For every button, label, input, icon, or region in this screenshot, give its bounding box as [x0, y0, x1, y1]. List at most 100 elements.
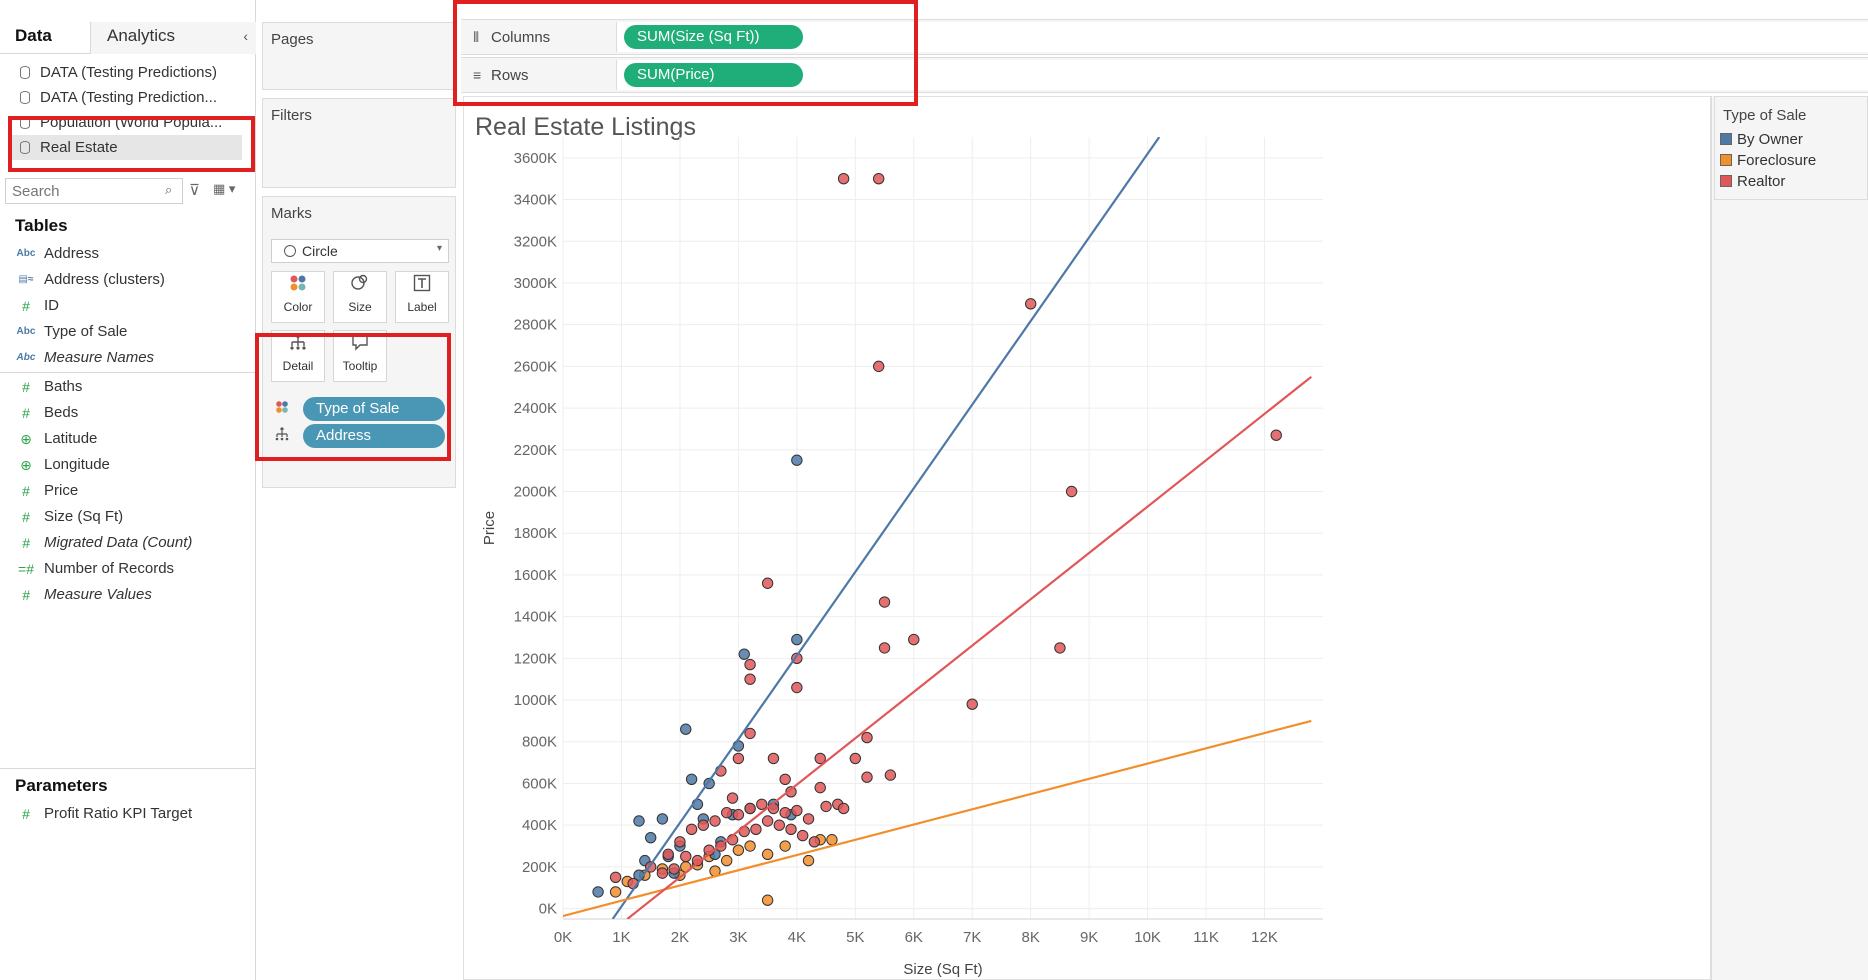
field-baths[interactable]: # Baths — [0, 374, 256, 400]
x-axis-title: Size (Sq Ft) — [903, 961, 982, 978]
tooltip-button[interactable]: Tooltip — [333, 330, 387, 382]
tab-analytics[interactable]: Analytics — [107, 26, 175, 46]
x-tick-label: 12K — [1251, 929, 1278, 946]
database-check-icon — [20, 141, 30, 154]
data-point-foreclosure — [779, 840, 791, 852]
data-point-realtor — [878, 642, 891, 654]
data-point-by-owner — [633, 815, 645, 827]
data-point-realtor — [837, 173, 850, 185]
marks-pill-address[interactable]: Address — [303, 424, 445, 448]
data-point-realtor — [656, 867, 669, 879]
size-button[interactable]: Size — [333, 271, 387, 323]
columns-drop-zone[interactable] — [616, 22, 1868, 52]
datasource-list: DATA (Testing Predictions) DATA (Testing… — [0, 60, 256, 160]
data-point-foreclosure — [761, 894, 774, 906]
field-measure-values[interactable]: # Measure Values — [0, 582, 256, 608]
number-field-icon: # — [22, 379, 30, 395]
field-number-of-records[interactable]: =# Number of Records — [0, 556, 256, 582]
data-point-realtor — [872, 173, 885, 185]
field-label: Type of Sale — [44, 323, 128, 340]
scatter-chart[interactable]: 0K 1K 2K 3K 4K 5K 6K 7K 8K 9K 10K 11K 12K 0K 200K 400K 6… — [464, 97, 1712, 980]
x-tick-label: 5K — [846, 929, 864, 946]
field-price[interactable]: # Price — [0, 478, 256, 504]
datasource-item[interactable]: DATA (Testing Prediction... — [0, 85, 256, 110]
rows-drop-zone[interactable] — [616, 60, 1868, 90]
color-button[interactable]: Color — [271, 271, 325, 323]
data-point-realtor — [884, 769, 897, 781]
label-button[interactable]: Label — [395, 271, 449, 323]
field-list: Abc Address ▤≈ Address (clusters) # ID Abc T… — [0, 241, 256, 608]
field-label: Measure Values — [44, 586, 152, 603]
database-icon — [20, 66, 30, 79]
x-tick-label: 7K — [963, 929, 981, 946]
data-point-realtor — [744, 802, 756, 815]
field-address[interactable]: Abc Address — [0, 241, 256, 267]
parameter-profit-ratio[interactable]: # Profit Ratio KPI Target — [0, 801, 256, 827]
data-pane-tabs: Data Analytics ‹ — [0, 22, 256, 54]
field-measure-names[interactable]: Abc Measure Names — [0, 345, 256, 371]
field-type-of-sale[interactable]: Abc Type of Sale — [0, 319, 256, 345]
field-id[interactable]: # ID — [0, 293, 256, 319]
data-pane: Data Analytics ‹ DATA (Testing Predictio… — [0, 0, 256, 980]
view-options-icon[interactable]: ▦ ▾ — [213, 181, 235, 197]
search-input[interactable] — [5, 178, 183, 204]
legend-title: Type of Sale — [1723, 107, 1807, 124]
marks-pill-type-of-sale[interactable]: Type of Sale — [303, 397, 445, 421]
datasource-item[interactable]: DATA (Testing Predictions) — [0, 60, 256, 85]
columns-pill[interactable]: SUM(Size (Sq Ft)) — [624, 25, 803, 49]
rows-shelf: ≡ Rows SUM(Price) — [461, 57, 1868, 93]
data-point-realtor — [1024, 298, 1037, 310]
field-label: Baths — [44, 378, 83, 395]
field-migrated-data[interactable]: # Migrated Data (Count) — [0, 530, 256, 556]
legend-item-by-owner[interactable]: By Owner — [1720, 131, 1803, 151]
color-dots-icon — [275, 400, 289, 417]
rows-pill[interactable]: SUM(Price) — [624, 63, 803, 87]
datasource-item[interactable]: Population (World Popula... — [0, 110, 256, 135]
data-point-realtor — [1065, 485, 1078, 498]
divider — [0, 768, 256, 769]
number-field-icon: # — [22, 483, 30, 499]
data-point-realtor — [744, 727, 756, 740]
data-point-realtor — [761, 815, 774, 827]
marks-card: Marks Circle ▾ Color Size Label Detail T… — [262, 196, 456, 488]
legend-swatch — [1720, 175, 1732, 187]
field-latitude[interactable]: ⊕ Latitude — [0, 426, 256, 452]
data-point-realtor — [791, 681, 803, 694]
string-field-icon: Abc — [16, 326, 36, 337]
chevron-left-icon[interactable]: ‹ — [243, 28, 248, 44]
data-point-by-owner — [738, 648, 750, 660]
data-point-realtor — [668, 863, 680, 875]
data-point-realtor — [808, 836, 821, 848]
mark-type-dropdown[interactable]: Circle ▾ — [271, 239, 449, 263]
color-legend: Type of Sale By Owner Foreclosure Realto… — [1714, 96, 1868, 200]
pages-card-title: Pages — [271, 31, 314, 48]
data-point-realtor — [791, 804, 803, 817]
legend-item-foreclosure[interactable]: Foreclosure — [1720, 152, 1816, 172]
field-longitude[interactable]: ⊕ Longitude — [0, 452, 256, 478]
tab-data[interactable]: Data — [15, 26, 52, 46]
legend-item-realtor[interactable]: Realtor — [1720, 173, 1785, 193]
y-tick-label: 2800K — [514, 317, 557, 334]
field-address-clusters[interactable]: ▤≈ Address (clusters) — [0, 267, 256, 293]
label-button-label: Label — [407, 300, 437, 314]
worksheet-view: Real Estate Listings 0K 1K 2K 3K 4K 5K 6K 7K 8K 9… — [463, 96, 1711, 980]
data-point-realtor — [732, 809, 745, 821]
data-point-realtor — [773, 819, 786, 831]
y-tick-label: 3200K — [514, 233, 557, 250]
y-tick-label: 2000K — [514, 484, 557, 501]
datasource-item-selected[interactable]: Real Estate — [10, 135, 242, 160]
filter-icon[interactable]: ⊽ — [189, 181, 200, 199]
field-beds[interactable]: # Beds — [0, 400, 256, 426]
detail-button[interactable]: Detail — [271, 330, 325, 382]
datasource-label: Real Estate — [40, 139, 118, 156]
y-tick-label: 3600K — [514, 150, 557, 167]
y-tick-label: 1200K — [514, 650, 557, 667]
columns-shelf-label: Columns — [491, 29, 551, 46]
data-point-realtor — [796, 829, 809, 842]
size-icon — [334, 272, 386, 300]
pages-card[interactable]: Pages — [262, 22, 456, 90]
globe-icon: ⊕ — [20, 431, 32, 447]
detail-icon — [275, 427, 289, 444]
filters-card[interactable]: Filters — [262, 98, 456, 188]
field-size[interactable]: # Size (Sq Ft) — [0, 504, 256, 530]
